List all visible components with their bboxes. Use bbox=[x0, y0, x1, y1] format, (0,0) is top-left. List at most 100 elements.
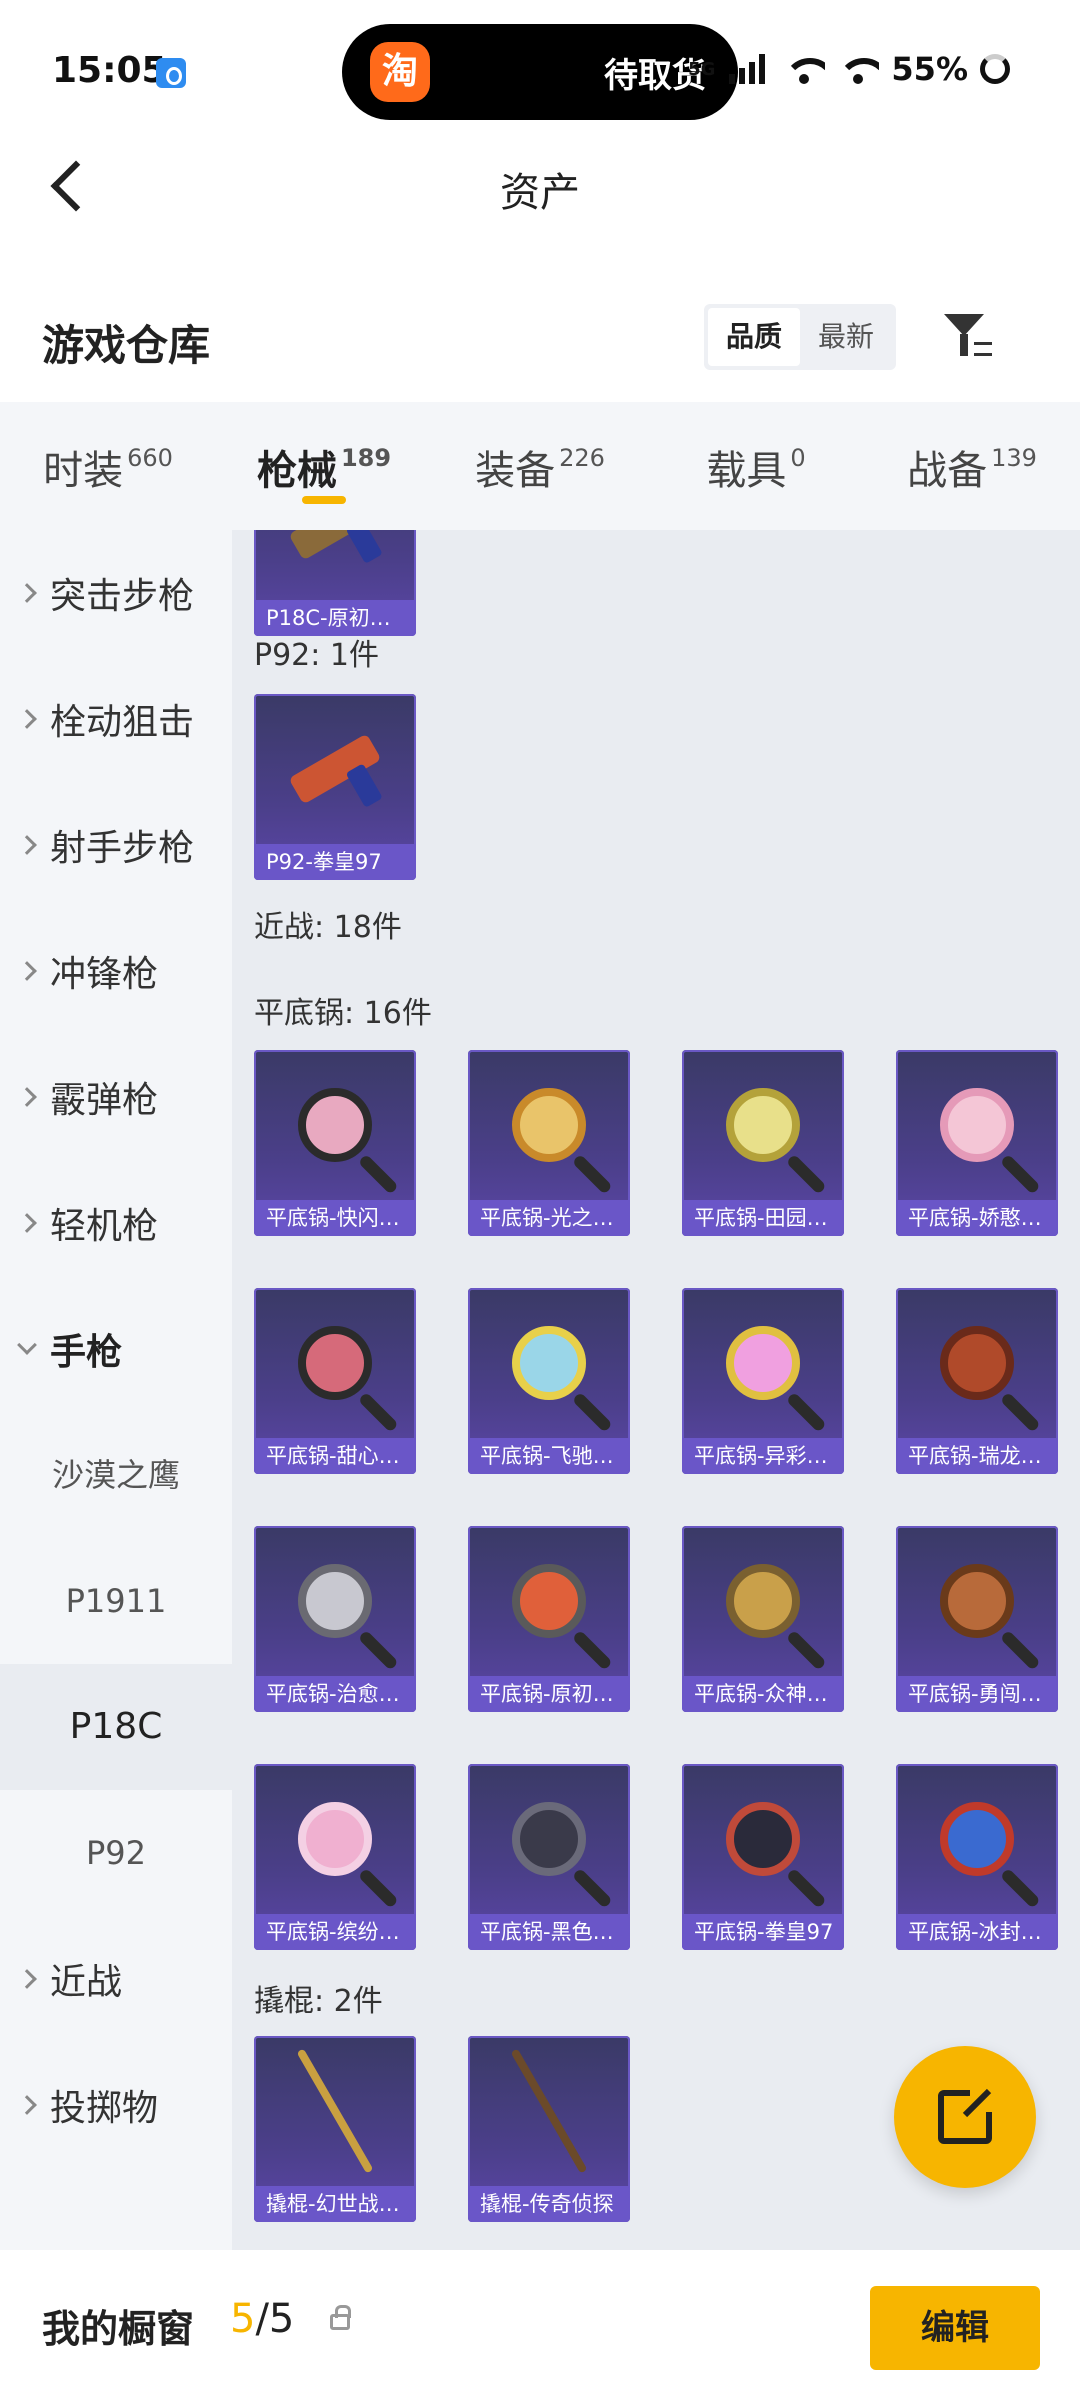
share-fab-button[interactable] bbox=[894, 2046, 1036, 2188]
wifi-icon bbox=[783, 54, 826, 84]
tab-count: 139 bbox=[991, 444, 1037, 472]
item-card-pan[interactable]: 平底锅-快闪… bbox=[254, 1050, 416, 1236]
tab-fashion[interactable]: 时装 660 bbox=[0, 402, 216, 530]
item-grid: P18C-原初… P92: 1件 P92-拳皇97 近战: 18件 平底锅: 1… bbox=[232, 530, 1080, 2250]
status-bar: 15:05 淘 待取货 5G 55% bbox=[0, 0, 1080, 140]
showcase-label: 我的橱窗 bbox=[42, 2307, 195, 2351]
item-card-pan[interactable]: 平底锅-拳皇97 bbox=[682, 1764, 844, 1950]
signal-icon bbox=[727, 54, 771, 84]
pan-icon bbox=[298, 1088, 372, 1162]
sidebar-item-pistol[interactable]: 手枪 bbox=[0, 1286, 232, 1412]
edit-button[interactable]: 编辑 bbox=[870, 2286, 1040, 2370]
sidebar-sub-p18c[interactable]: P18C bbox=[0, 1664, 232, 1790]
pistol-icon bbox=[288, 733, 382, 805]
tab-equipment[interactable]: 装备 226 bbox=[432, 402, 648, 530]
sidebar-sub-p1911[interactable]: P1911 bbox=[0, 1538, 232, 1664]
item-card-pan[interactable]: 平底锅-娇憨… bbox=[896, 1050, 1058, 1236]
section-pan: 平底锅: 16件 bbox=[254, 996, 432, 1031]
item-card-label: 撬棍-传奇侦探 bbox=[468, 2186, 630, 2222]
item-card-label: P92-拳皇97 bbox=[254, 844, 416, 880]
item-card-p92[interactable]: P92-拳皇97 bbox=[254, 694, 416, 880]
sort-toggle: 品质 最新 bbox=[704, 304, 896, 370]
pan-icon bbox=[726, 1564, 800, 1638]
item-card-label: 撬棍-幻世战… bbox=[254, 2186, 416, 2222]
chevron-right-icon bbox=[17, 1969, 37, 1989]
app-header: 资产 bbox=[0, 140, 1080, 240]
category-sidebar: 突击步枪 栓动狙击 射手步枪 冲锋枪 霰弹枪 轻机枪 手枪 沙漠之鹰 P1911… bbox=[0, 530, 232, 2250]
item-card-pan[interactable]: 平底锅-缤纷… bbox=[254, 1764, 416, 1950]
item-card-label: 平底锅-飞驰… bbox=[468, 1438, 630, 1474]
pan-icon bbox=[726, 1088, 800, 1162]
item-card-label: 平底锅-治愈… bbox=[254, 1676, 416, 1712]
hotspot-icon bbox=[156, 58, 186, 88]
tab-count: 189 bbox=[340, 444, 392, 472]
status-time: 15:05 bbox=[52, 50, 167, 91]
pan-icon bbox=[298, 1326, 372, 1400]
sidebar-item-melee[interactable]: 近战 bbox=[0, 1916, 232, 2042]
sidebar-item-throwable[interactable]: 投掷物 bbox=[0, 2042, 232, 2168]
item-card-label: 平底锅-黑色… bbox=[468, 1914, 630, 1950]
showcase-count: 5/5 bbox=[230, 2296, 295, 2342]
tab-count: 660 bbox=[127, 444, 173, 472]
sidebar-item-smg[interactable]: 冲锋枪 bbox=[0, 908, 232, 1034]
tab-gear[interactable]: 战备 139 bbox=[864, 402, 1080, 530]
pan-icon bbox=[512, 1326, 586, 1400]
pan-icon bbox=[298, 1802, 372, 1876]
warehouse-header: 游戏仓库 品质 最新 bbox=[0, 290, 1080, 390]
item-card-label: 平底锅-缤纷… bbox=[254, 1914, 416, 1950]
item-card-pan[interactable]: 平底锅-瑞龙… bbox=[896, 1288, 1058, 1474]
sidebar-sub-p92[interactable]: P92 bbox=[0, 1790, 232, 1916]
item-card-pan[interactable]: 平底锅-众神… bbox=[682, 1526, 844, 1712]
chevron-right-icon bbox=[17, 1213, 37, 1233]
chevron-right-icon bbox=[17, 709, 37, 729]
battery-icon bbox=[980, 54, 1010, 84]
item-card-pan[interactable]: 平底锅-原初… bbox=[468, 1526, 630, 1712]
item-card-label: 平底锅-光之… bbox=[468, 1200, 630, 1236]
pan-icon bbox=[726, 1802, 800, 1876]
item-card-pan[interactable]: 平底锅-异彩… bbox=[682, 1288, 844, 1474]
tab-guns[interactable]: 枪械 189 bbox=[216, 402, 432, 530]
sidebar-item-lmg[interactable]: 轻机枪 bbox=[0, 1160, 232, 1286]
item-card-pan[interactable]: 平底锅-勇闯… bbox=[896, 1526, 1058, 1712]
lock-icon bbox=[330, 2305, 351, 2330]
tab-count: 226 bbox=[559, 444, 605, 472]
item-card-pan[interactable]: 平底锅-治愈… bbox=[254, 1526, 416, 1712]
item-card-label: 平底锅-原初… bbox=[468, 1676, 630, 1712]
item-card-pan[interactable]: 平底锅-甜心… bbox=[254, 1288, 416, 1474]
item-card-label: 平底锅-田园… bbox=[682, 1200, 844, 1236]
sort-newest-button[interactable]: 最新 bbox=[800, 308, 892, 366]
pan-icon bbox=[726, 1326, 800, 1400]
pan-icon bbox=[940, 1088, 1014, 1162]
item-card-pan[interactable]: 平底锅-飞驰… bbox=[468, 1288, 630, 1474]
pan-icon bbox=[512, 1088, 586, 1162]
sidebar-item-bolt-sniper[interactable]: 栓动狙击 bbox=[0, 656, 232, 782]
pan-icon bbox=[940, 1564, 1014, 1638]
item-card-pan[interactable]: 平底锅-田园… bbox=[682, 1050, 844, 1236]
filter-icon[interactable] bbox=[940, 308, 996, 364]
taobao-app-icon: 淘 bbox=[370, 42, 430, 102]
sort-quality-button[interactable]: 品质 bbox=[708, 308, 800, 366]
chevron-right-icon bbox=[17, 583, 37, 603]
pan-icon bbox=[940, 1326, 1014, 1400]
item-card-pan[interactable]: 平底锅-黑色… bbox=[468, 1764, 630, 1950]
item-card-pan[interactable]: 平底锅-光之… bbox=[468, 1050, 630, 1236]
item-card-p18c[interactable]: P18C-原初… bbox=[254, 530, 416, 636]
section-crowbar: 撬棍: 2件 bbox=[254, 1984, 383, 2019]
item-card-crowbar[interactable]: 撬棍-传奇侦探 bbox=[468, 2036, 630, 2222]
sidebar-item-dmr[interactable]: 射手步枪 bbox=[0, 782, 232, 908]
sidebar-item-shotgun[interactable]: 霰弹枪 bbox=[0, 1034, 232, 1160]
chevron-right-icon bbox=[17, 835, 37, 855]
tab-count: 0 bbox=[790, 444, 806, 472]
dynamic-island-pill[interactable]: 淘 待取货 bbox=[342, 24, 738, 120]
item-card-pan[interactable]: 平底锅-冰封… bbox=[896, 1764, 1058, 1950]
tab-vehicles[interactable]: 载具 0 bbox=[648, 402, 864, 530]
item-card-label: 平底锅-快闪… bbox=[254, 1200, 416, 1236]
sidebar-item-assault-rifle[interactable]: 突击步枪 bbox=[0, 530, 232, 656]
showcase-bar: 我的橱窗 5/5 编辑 bbox=[0, 2252, 1080, 2400]
item-card-crowbar[interactable]: 撬棍-幻世战… bbox=[254, 2036, 416, 2222]
battery-percent: 55% bbox=[891, 50, 968, 88]
item-card-label: 平底锅-甜心… bbox=[254, 1438, 416, 1474]
item-card-label: 平底锅-拳皇97 bbox=[682, 1914, 844, 1950]
section-p92: P92: 1件 bbox=[254, 638, 379, 673]
sidebar-sub-desert-eagle[interactable]: 沙漠之鹰 bbox=[0, 1412, 232, 1538]
